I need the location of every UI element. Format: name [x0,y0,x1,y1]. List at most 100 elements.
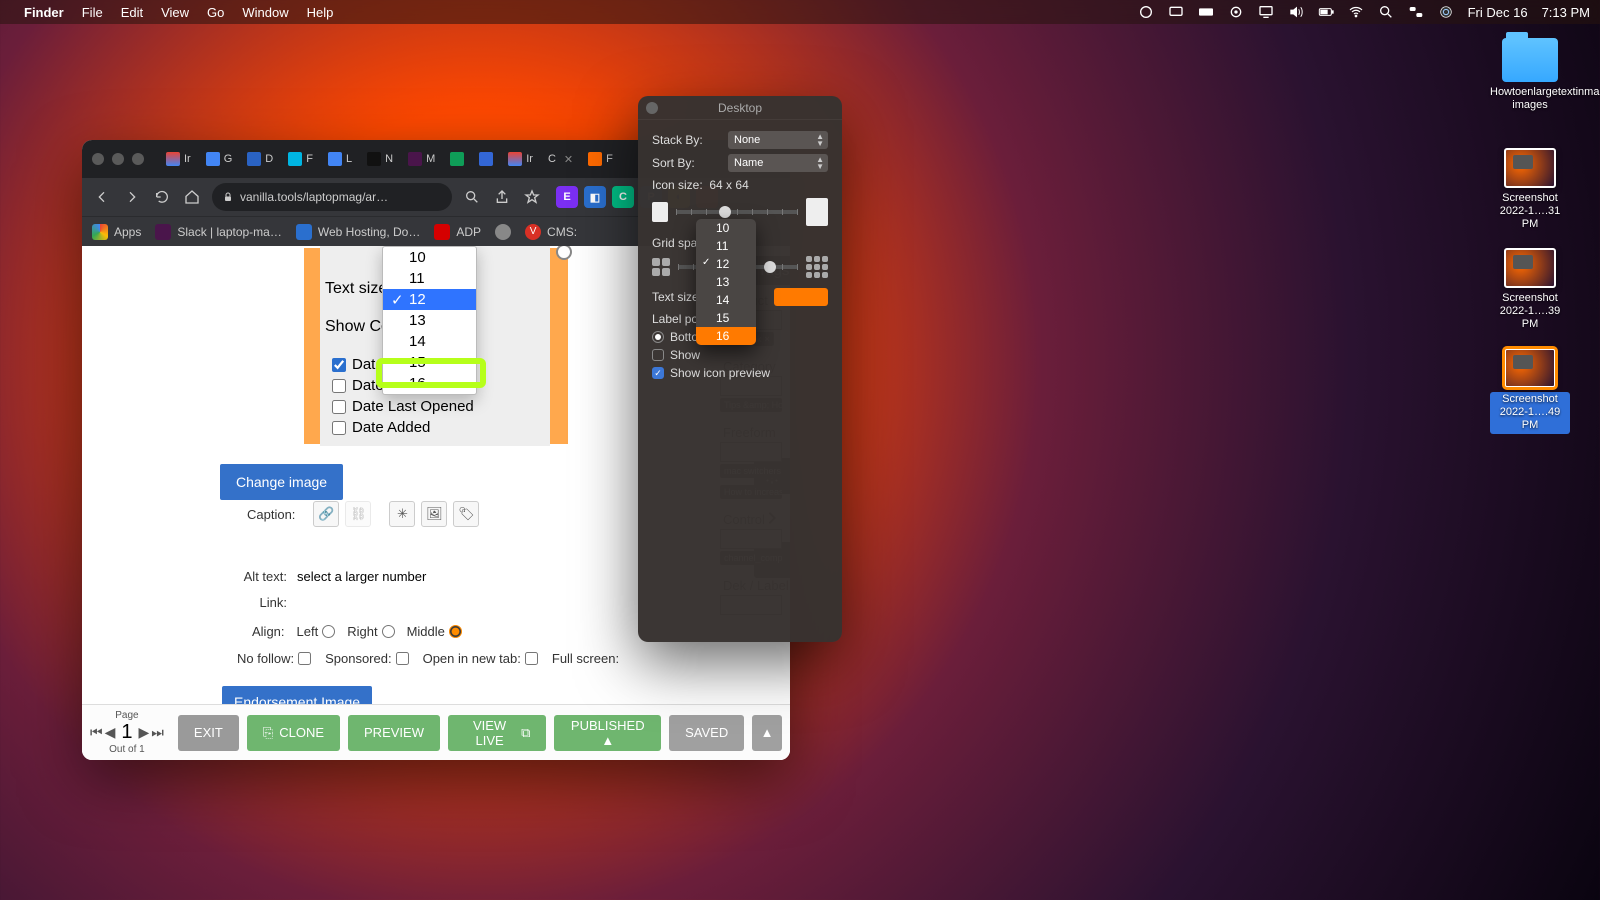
menubar-file[interactable]: File [82,5,103,20]
close-icon[interactable] [92,153,104,165]
image-icon[interactable]: 🖼 [421,501,447,527]
iconsize-slider[interactable] [676,210,798,214]
minimize-icon[interactable] [112,153,124,165]
textsize-option[interactable]: 15 [383,352,476,373]
textsize-option[interactable]: 16 [383,373,476,394]
bookmark-webhosting[interactable]: Web Hosting, Do… [296,224,421,240]
menubar-app[interactable]: Finder [24,5,64,20]
showpreview-checkbox[interactable]: ✓Show icon preview [652,366,828,380]
screenmirror-icon[interactable] [1168,4,1184,20]
tab[interactable]: Ir [160,148,197,170]
close-icon[interactable] [646,102,658,114]
newtab-checkbox[interactable]: Open in new tab: [423,651,538,666]
bookmark-slack[interactable]: Slack | laptop-ma… [155,224,282,240]
textsize-select[interactable] [774,288,828,306]
textsize-option-selected[interactable]: 12 [383,289,476,310]
tab[interactable]: F [582,148,619,170]
sponsored-checkbox[interactable]: Sponsored: [325,651,409,666]
back-button[interactable] [92,187,112,207]
size-opt-checked[interactable]: 12 [696,255,756,273]
star-button[interactable] [522,187,542,207]
desktop-screenshot-3[interactable]: Screenshot 2022-1….49 PM [1490,348,1570,434]
desktop-screenshot-1[interactable]: Screenshot 2022-1….31 PM [1490,148,1570,232]
tab[interactable]: C✕ [542,149,579,170]
tab[interactable]: N [361,148,399,170]
menubar-time[interactable]: 7:13 PM [1542,5,1590,20]
circle-icon[interactable] [1228,4,1244,20]
exit-button[interactable]: EXIT [178,715,239,751]
tab[interactable] [444,148,470,170]
sortby-select[interactable]: Name▲▼ [728,154,828,172]
tab[interactable]: D [241,148,279,170]
menubar-date[interactable]: Fri Dec 16 [1468,5,1528,20]
pager-last[interactable]: ⏭ [151,724,164,741]
volume-icon[interactable] [1288,4,1304,20]
tab[interactable] [473,148,499,170]
clone-button[interactable]: ⎘CLONE [247,715,340,751]
window-controls[interactable] [92,153,144,165]
align-middle[interactable]: Middle [407,624,462,639]
controlcenter-icon[interactable] [1408,4,1424,20]
size-opt[interactable]: 10 [696,219,756,237]
textsize-option[interactable]: 14 [383,331,476,352]
textsize-option[interactable]: 10 [383,247,476,268]
viewlive-button[interactable]: VIEW LIVE ⧉ [448,715,546,751]
align-right[interactable]: Right [347,624,394,639]
textsize-option[interactable]: 13 [383,310,476,331]
desktop-folder[interactable]: Howtoenlargetextinma…images [1490,38,1570,112]
change-image-button[interactable]: Change image [220,464,343,500]
extension-icon[interactable]: E [556,186,578,208]
bookmark-cms[interactable]: VCMS: [525,224,577,240]
stackby-select[interactable]: None▲▼ [728,131,828,149]
size-opt[interactable]: 14 [696,291,756,309]
tab[interactable]: F [282,148,319,170]
address-bar[interactable]: vanilla.tools/laptopmag/ar… [212,183,452,211]
size-opt[interactable]: 15 [696,309,756,327]
tag-icon[interactable]: 🏷 [453,501,479,527]
col-checkbox-lastopened[interactable]: Date Last Opened [332,398,538,415]
menubar-edit[interactable]: Edit [121,5,143,20]
pager-first[interactable]: ⏮ [90,724,103,741]
size-opt[interactable]: 11 [696,237,756,255]
share-button[interactable] [492,187,512,207]
size-opt-hover[interactable]: 16 [696,327,756,345]
display-icon[interactable] [1258,4,1274,20]
keyboard-icon[interactable] [1198,4,1214,20]
textsize-dropdown[interactable]: 10 11 12 13 14 15 16 [382,246,477,395]
size-opt[interactable]: 13 [696,273,756,291]
wifi-icon[interactable] [1348,4,1364,20]
link-icon[interactable]: 🔗 [313,501,339,527]
reload-button[interactable] [152,187,172,207]
alttext-value[interactable]: select a larger number [297,569,426,584]
textsize-popup[interactable]: 10 11 12 13 14 15 16 [696,219,756,345]
menubar-go[interactable]: Go [207,5,224,20]
special-icon[interactable]: ✳ [389,501,415,527]
published-button[interactable]: PUBLISHED ▲ [554,715,661,751]
preview-button[interactable]: PREVIEW [348,715,440,751]
menuextra-icon[interactable] [1138,4,1154,20]
spotlight-icon[interactable] [1378,4,1394,20]
desktop-screenshot-2[interactable]: Screenshot 2022-1….39 PM [1490,248,1570,332]
saved-caret-button[interactable]: ▲ [752,715,782,751]
tab[interactable]: Ir [502,148,539,170]
col-checkbox-added[interactable]: Date Added [332,419,538,436]
home-button[interactable] [182,187,202,207]
battery-icon[interactable] [1318,4,1334,20]
pager-prev[interactable]: ◀ [105,724,116,741]
zoom-indicator[interactable] [462,187,482,207]
nofollow-checkbox[interactable]: No follow: [237,651,311,666]
view-options-titlebar[interactable]: Desktop [638,96,842,120]
siri-icon[interactable] [1438,4,1454,20]
extension-icon[interactable]: ◧ [584,186,606,208]
bookmark-adp[interactable]: ADP [434,224,481,240]
tab[interactable]: L [322,148,358,170]
tab[interactable]: M [402,148,441,170]
tab[interactable]: G [200,148,239,170]
showinfo-checkbox[interactable]: Show [652,348,828,362]
saved-button[interactable]: SAVED [669,715,744,751]
bookmark-apps[interactable]: Apps [92,224,141,240]
extension-icon[interactable]: C [612,186,634,208]
fullscreen-checkbox[interactable]: Full screen: [552,651,619,666]
menubar-view[interactable]: View [161,5,189,20]
pager-next[interactable]: ▶ [139,724,150,741]
